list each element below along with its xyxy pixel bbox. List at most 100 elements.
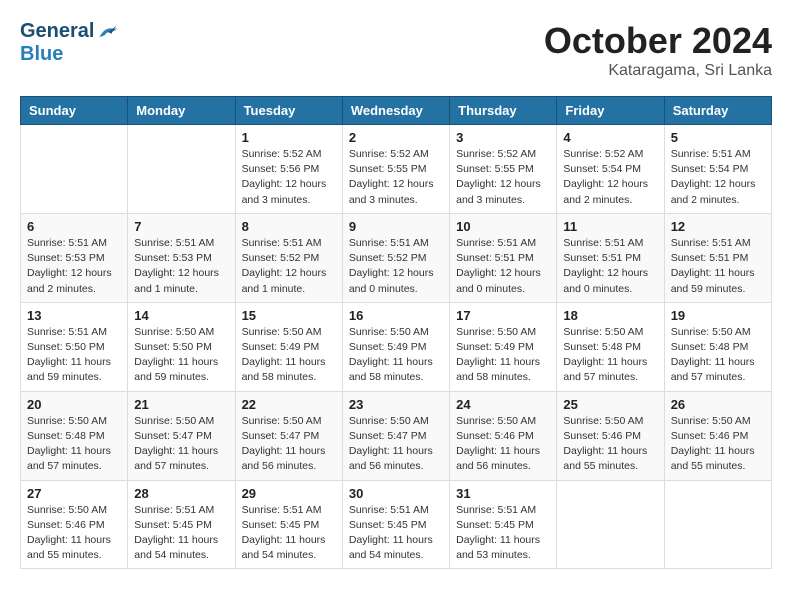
day-number: 25 xyxy=(563,397,657,412)
day-number: 23 xyxy=(349,397,443,412)
day-info: Sunrise: 5:51 AM Sunset: 5:53 PM Dayligh… xyxy=(134,236,228,297)
day-number: 28 xyxy=(134,486,228,501)
calendar-cell: 19Sunrise: 5:50 AM Sunset: 5:48 PM Dayli… xyxy=(664,302,771,391)
weekday-header-monday: Monday xyxy=(128,97,235,125)
day-info: Sunrise: 5:50 AM Sunset: 5:48 PM Dayligh… xyxy=(27,414,121,475)
day-info: Sunrise: 5:50 AM Sunset: 5:47 PM Dayligh… xyxy=(349,414,443,475)
day-number: 10 xyxy=(456,219,550,234)
day-number: 26 xyxy=(671,397,765,412)
calendar-cell: 1 Sunrise: 5:52 AM Sunset: 5:56 PM Daylig… xyxy=(235,125,342,214)
day-info: Sunrise: 5:51 AM Sunset: 5:50 PM Dayligh… xyxy=(27,325,121,386)
weekday-header-wednesday: Wednesday xyxy=(342,97,449,125)
calendar-cell: 14 Sunrise: 5:50 AM Sunset: 5:50 PM Dayli… xyxy=(128,302,235,391)
day-info: Sunrise: 5:51 AM Sunset: 5:51 PM Dayligh… xyxy=(563,236,657,297)
calendar-cell: 8Sunrise: 5:51 AM Sunset: 5:52 PM Daylig… xyxy=(235,213,342,302)
calendar-cell: 31 Sunrise: 5:51 AM Sunset: 5:45 PM Dayli… xyxy=(450,480,557,569)
day-info: Sunrise: 5:52 AM Sunset: 5:56 PM Dayligh… xyxy=(242,147,336,208)
calendar-cell: 27 Sunrise: 5:50 AM Sunset: 5:46 PM Dayli… xyxy=(21,480,128,569)
calendar-cell: 11Sunrise: 5:51 AM Sunset: 5:51 PM Dayli… xyxy=(557,213,664,302)
calendar-cell: 3Sunrise: 5:52 AM Sunset: 5:55 PM Daylig… xyxy=(450,125,557,214)
calendar-cell: 2 Sunrise: 5:52 AM Sunset: 5:55 PM Daylig… xyxy=(342,125,449,214)
day-info: Sunrise: 5:52 AM Sunset: 5:55 PM Dayligh… xyxy=(349,147,443,208)
day-number: 6 xyxy=(27,219,121,234)
calendar-cell: 12Sunrise: 5:51 AM Sunset: 5:51 PM Dayli… xyxy=(664,213,771,302)
day-info: Sunrise: 5:51 AM Sunset: 5:51 PM Dayligh… xyxy=(456,236,550,297)
day-number: 4 xyxy=(563,130,657,145)
calendar-cell: 6 Sunrise: 5:51 AM Sunset: 5:53 PM Daylig… xyxy=(21,213,128,302)
calendar-cell: 23 Sunrise: 5:50 AM Sunset: 5:47 PM Dayli… xyxy=(342,391,449,480)
day-info: Sunrise: 5:51 AM Sunset: 5:52 PM Dayligh… xyxy=(349,236,443,297)
calendar-cell xyxy=(664,480,771,569)
logo: General Blue xyxy=(20,20,120,66)
day-info: Sunrise: 5:50 AM Sunset: 5:46 PM Dayligh… xyxy=(27,503,121,564)
day-info: Sunrise: 5:50 AM Sunset: 5:50 PM Dayligh… xyxy=(134,325,228,386)
day-info: Sunrise: 5:50 AM Sunset: 5:47 PM Dayligh… xyxy=(242,414,336,475)
calendar-cell: 7 Sunrise: 5:51 AM Sunset: 5:53 PM Daylig… xyxy=(128,213,235,302)
calendar-cell: 9 Sunrise: 5:51 AM Sunset: 5:52 PM Daylig… xyxy=(342,213,449,302)
calendar-cell: 5 Sunrise: 5:51 AM Sunset: 5:54 PM Daylig… xyxy=(664,125,771,214)
location: Kataragama, Sri Lanka xyxy=(544,62,772,80)
day-info: Sunrise: 5:51 AM Sunset: 5:45 PM Dayligh… xyxy=(349,503,443,564)
day-number: 12 xyxy=(671,219,765,234)
day-number: 31 xyxy=(456,486,550,501)
day-number: 14 xyxy=(134,308,228,323)
day-number: 27 xyxy=(27,486,121,501)
day-number: 21 xyxy=(134,397,228,412)
day-info: Sunrise: 5:51 AM Sunset: 5:45 PM Dayligh… xyxy=(456,503,550,564)
calendar-cell: 13 Sunrise: 5:51 AM Sunset: 5:50 PM Dayli… xyxy=(21,302,128,391)
day-number: 17 xyxy=(456,308,550,323)
day-info: Sunrise: 5:50 AM Sunset: 5:49 PM Dayligh… xyxy=(242,325,336,386)
week-row-1: 1 Sunrise: 5:52 AM Sunset: 5:56 PM Daylig… xyxy=(21,125,772,214)
day-info: Sunrise: 5:52 AM Sunset: 5:54 PM Dayligh… xyxy=(563,147,657,208)
calendar-cell: 20Sunrise: 5:50 AM Sunset: 5:48 PM Dayli… xyxy=(21,391,128,480)
week-row-3: 13 Sunrise: 5:51 AM Sunset: 5:50 PM Dayli… xyxy=(21,302,772,391)
day-number: 22 xyxy=(242,397,336,412)
day-number: 7 xyxy=(134,219,228,234)
month-title: October 2024 xyxy=(544,20,772,62)
day-number: 16 xyxy=(349,308,443,323)
day-number: 13 xyxy=(27,308,121,323)
calendar-cell: 25Sunrise: 5:50 AM Sunset: 5:46 PM Dayli… xyxy=(557,391,664,480)
day-number: 18 xyxy=(563,308,657,323)
calendar-cell: 26 Sunrise: 5:50 AM Sunset: 5:46 PM Dayli… xyxy=(664,391,771,480)
weekday-header-saturday: Saturday xyxy=(664,97,771,125)
weekday-header-thursday: Thursday xyxy=(450,97,557,125)
day-info: Sunrise: 5:50 AM Sunset: 5:49 PM Dayligh… xyxy=(349,325,443,386)
day-info: Sunrise: 5:50 AM Sunset: 5:48 PM Dayligh… xyxy=(563,325,657,386)
day-info: Sunrise: 5:51 AM Sunset: 5:52 PM Dayligh… xyxy=(242,236,336,297)
calendar-cell: 22 Sunrise: 5:50 AM Sunset: 5:47 PM Dayli… xyxy=(235,391,342,480)
day-info: Sunrise: 5:51 AM Sunset: 5:45 PM Dayligh… xyxy=(134,503,228,564)
day-number: 29 xyxy=(242,486,336,501)
day-info: Sunrise: 5:50 AM Sunset: 5:48 PM Dayligh… xyxy=(671,325,765,386)
calendar-cell: 10 Sunrise: 5:51 AM Sunset: 5:51 PM Dayli… xyxy=(450,213,557,302)
day-info: Sunrise: 5:51 AM Sunset: 5:54 PM Dayligh… xyxy=(671,147,765,208)
calendar-cell: 30 Sunrise: 5:51 AM Sunset: 5:45 PM Dayli… xyxy=(342,480,449,569)
week-row-5: 27 Sunrise: 5:50 AM Sunset: 5:46 PM Dayli… xyxy=(21,480,772,569)
day-number: 1 xyxy=(242,130,336,145)
day-info: Sunrise: 5:50 AM Sunset: 5:49 PM Dayligh… xyxy=(456,325,550,386)
weekday-header-sunday: Sunday xyxy=(21,97,128,125)
calendar-cell xyxy=(128,125,235,214)
day-number: 2 xyxy=(349,130,443,145)
day-number: 30 xyxy=(349,486,443,501)
logo-bird-icon xyxy=(96,23,120,41)
title-block: October 2024 Kataragama, Sri Lanka xyxy=(544,20,772,80)
day-number: 5 xyxy=(671,130,765,145)
day-info: Sunrise: 5:52 AM Sunset: 5:55 PM Dayligh… xyxy=(456,147,550,208)
day-info: Sunrise: 5:50 AM Sunset: 5:47 PM Dayligh… xyxy=(134,414,228,475)
day-number: 9 xyxy=(349,219,443,234)
calendar-cell xyxy=(557,480,664,569)
day-info: Sunrise: 5:50 AM Sunset: 5:46 PM Dayligh… xyxy=(671,414,765,475)
logo-blue: Blue xyxy=(20,43,63,65)
day-number: 15 xyxy=(242,308,336,323)
calendar-cell: 28 Sunrise: 5:51 AM Sunset: 5:45 PM Dayli… xyxy=(128,480,235,569)
page-header: General Blue October 2024 Kataragama, Sr… xyxy=(20,20,772,80)
calendar-table: SundayMondayTuesdayWednesdayThursdayFrid… xyxy=(20,96,772,569)
calendar-cell: 21 Sunrise: 5:50 AM Sunset: 5:47 PM Dayli… xyxy=(128,391,235,480)
calendar-cell: 29Sunrise: 5:51 AM Sunset: 5:45 PM Dayli… xyxy=(235,480,342,569)
day-number: 24 xyxy=(456,397,550,412)
day-info: Sunrise: 5:50 AM Sunset: 5:46 PM Dayligh… xyxy=(456,414,550,475)
week-row-2: 6 Sunrise: 5:51 AM Sunset: 5:53 PM Daylig… xyxy=(21,213,772,302)
day-info: Sunrise: 5:51 AM Sunset: 5:53 PM Dayligh… xyxy=(27,236,121,297)
calendar-cell: 18 Sunrise: 5:50 AM Sunset: 5:48 PM Dayli… xyxy=(557,302,664,391)
